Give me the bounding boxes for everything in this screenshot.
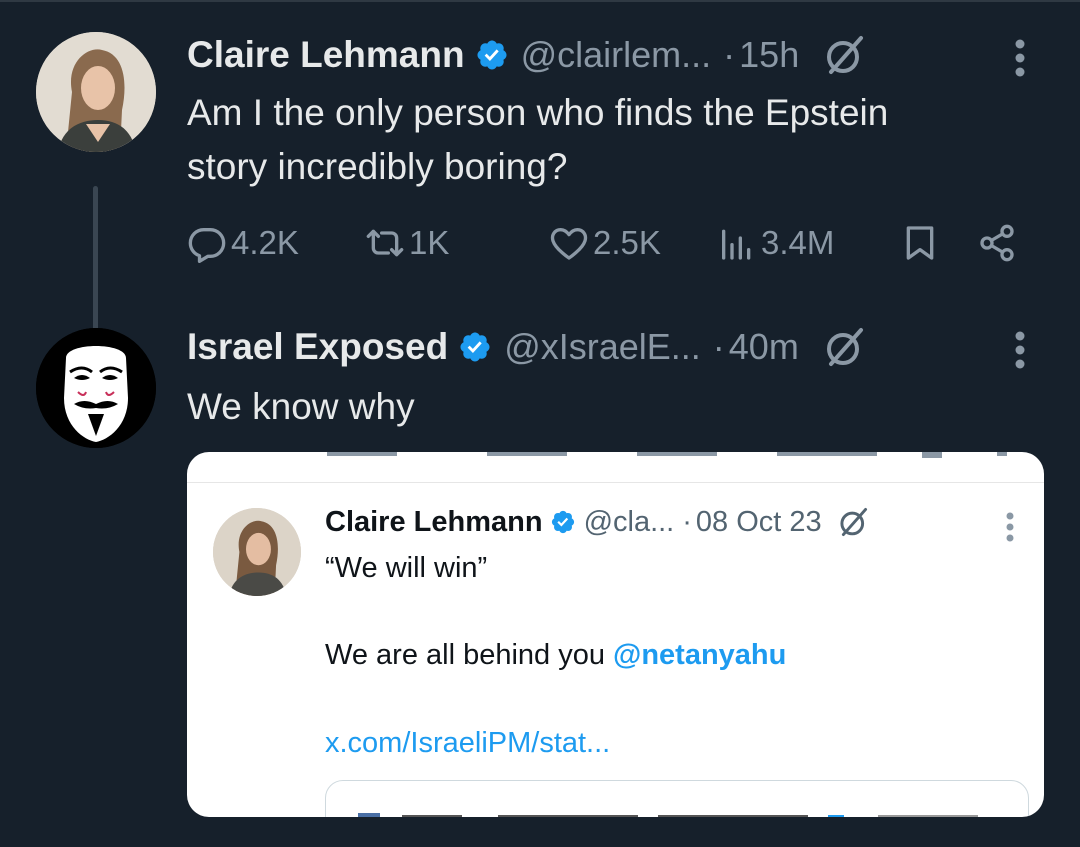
action-bar: 4.2K 1K 2.5K 3.4M bbox=[187, 218, 1037, 268]
verified-badge-icon bbox=[550, 509, 576, 535]
like-count: 2.5K bbox=[593, 224, 661, 261]
embedded-text-line: We are all behind you @netanyahu bbox=[325, 639, 786, 672]
reply-icon bbox=[188, 228, 226, 263]
repost-icon bbox=[366, 229, 404, 257]
cropped-quote-header bbox=[358, 813, 978, 817]
grok-icon[interactable] bbox=[821, 32, 867, 78]
grok-icon bbox=[836, 505, 870, 539]
embedded-quote-card bbox=[325, 780, 1029, 817]
like-icon bbox=[550, 228, 588, 260]
separator-dot: · bbox=[712, 326, 725, 367]
embedded-author-handle: @cla... bbox=[583, 505, 675, 538]
share-button[interactable] bbox=[977, 218, 1017, 268]
view-count: 3.4M bbox=[761, 224, 835, 261]
reply-button[interactable]: 4.2K bbox=[187, 218, 299, 268]
tweet-header: Israel Exposed @xIsraelE... · 40m bbox=[187, 322, 867, 372]
separator-dot: · bbox=[723, 34, 736, 75]
author-handle[interactable]: @clairlem... bbox=[521, 34, 712, 76]
more-icon[interactable] bbox=[1008, 36, 1032, 80]
tweet-text: Am I the only person who finds the Epste… bbox=[187, 86, 1047, 194]
author-name[interactable]: Claire Lehmann bbox=[187, 34, 465, 76]
timestamp[interactable]: 15h bbox=[739, 34, 799, 76]
embedded-link: x.com/IsraeliPM/stat... bbox=[325, 727, 611, 759]
grok-icon[interactable] bbox=[821, 324, 867, 370]
mention-link: @netanyahu bbox=[613, 639, 787, 671]
timestamp[interactable]: 40m bbox=[729, 326, 799, 368]
thread-connector bbox=[93, 186, 98, 346]
views-button[interactable]: 3.4M bbox=[717, 218, 834, 268]
author-handle[interactable]: @xIsraelE... bbox=[504, 326, 701, 368]
author-name[interactable]: Israel Exposed bbox=[187, 326, 448, 368]
embedded-date: 08 Oct 23 bbox=[695, 505, 822, 538]
avatar[interactable] bbox=[36, 328, 156, 448]
more-icon bbox=[1000, 510, 1020, 544]
bookmark-icon bbox=[906, 226, 934, 260]
tweet-text-line: Am I the only person who finds the Epste… bbox=[187, 92, 889, 133]
embedded-avatar bbox=[213, 508, 301, 596]
share-icon bbox=[980, 224, 1014, 262]
avatar[interactable] bbox=[36, 32, 156, 152]
embedded-text-line: “We will win” bbox=[325, 552, 488, 584]
mask-avatar-icon bbox=[36, 328, 156, 448]
attached-image[interactable]: Claire Lehmann @cla... · 08 Oct 23 “We w… bbox=[187, 452, 1044, 817]
repost-button[interactable]: 1K bbox=[365, 218, 449, 268]
tweet-text-line: story incredibly boring? bbox=[187, 146, 568, 187]
verified-badge-icon bbox=[458, 330, 492, 364]
embedded-author-name: Claire Lehmann bbox=[325, 505, 543, 538]
tweet-text: We know why bbox=[187, 386, 415, 427]
verified-badge-icon bbox=[475, 38, 509, 72]
repost-count: 1K bbox=[409, 224, 450, 261]
divider bbox=[187, 482, 1044, 483]
embedded-header: Claire Lehmann @cla... · 08 Oct 23 bbox=[325, 502, 870, 542]
embedded-text: We are all behind you bbox=[325, 639, 614, 671]
reply-count: 4.2K bbox=[231, 224, 299, 261]
views-icon bbox=[722, 229, 751, 260]
more-icon[interactable] bbox=[1008, 328, 1032, 372]
separator-dot: · bbox=[682, 505, 692, 538]
tweet-header: Claire Lehmann @clairlem... · 15h bbox=[187, 30, 867, 80]
like-button[interactable]: 2.5K bbox=[549, 218, 661, 268]
cropped-action-bar bbox=[327, 452, 1007, 458]
top-divider bbox=[0, 0, 1080, 2]
bookmark-button[interactable] bbox=[900, 218, 940, 268]
